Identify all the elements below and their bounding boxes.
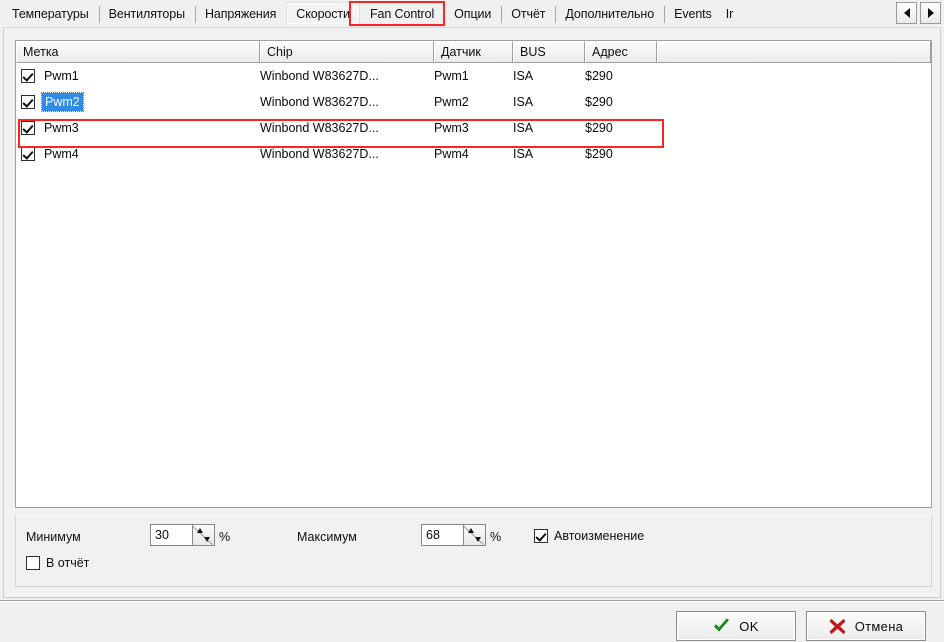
tab-label: Температуры xyxy=(12,6,89,21)
tab-bar: Температуры Вентиляторы Напряжения Скорости… xyxy=(2,1,942,28)
settings-dialog-window: Температуры Вентиляторы Напряжения Скорости… xyxy=(0,0,944,642)
report-checkbox[interactable] xyxy=(26,556,40,570)
column-header-label[interactable]: Метка xyxy=(16,41,260,63)
arrow-up-icon[interactable] xyxy=(468,528,474,533)
table-row[interactable]: Pwm2 Winbond W83627D... Pwm2 ISA $290 xyxy=(16,89,931,115)
cell-address: $290 xyxy=(585,95,613,109)
tab-4[interactable]: Fan Control xyxy=(359,2,445,25)
tab-label: Скорости xyxy=(296,6,350,21)
minimum-label: Минимум xyxy=(26,530,81,544)
column-header-bus[interactable]: BUS xyxy=(513,41,585,63)
list-header-row: Метка Chip Датчик BUS Адрес xyxy=(16,41,931,63)
cell-sensor: Pwm3 xyxy=(434,121,469,135)
cell-chip: Winbond W83627D... xyxy=(260,121,379,135)
report-label: В отчёт xyxy=(46,556,90,570)
tab-label: Ir xyxy=(725,6,734,21)
tab-8[interactable]: Events xyxy=(664,2,722,25)
column-header-address[interactable]: Адрес xyxy=(585,41,657,63)
minimum-stepper[interactable]: 30 xyxy=(150,524,215,546)
row-label-text: Pwm3 xyxy=(44,121,79,135)
cell-label[interactable]: Pwm1 xyxy=(16,63,260,89)
minimum-percent-label: % xyxy=(219,530,231,544)
triangle-right-icon xyxy=(927,8,934,18)
tab-6[interactable]: Отчёт xyxy=(501,2,556,25)
cell-address: $290 xyxy=(585,121,613,135)
tab-label: Отчёт xyxy=(511,6,546,21)
red-x-icon xyxy=(829,618,846,634)
tab-label: Events xyxy=(674,6,712,21)
dialog-footer: OK Отмена xyxy=(0,602,944,642)
arrow-up-icon[interactable] xyxy=(197,528,203,533)
cell-chip: Winbond W83627D... xyxy=(260,69,379,83)
table-row[interactable]: Pwm3 Winbond W83627D... Pwm3 ISA $290 xyxy=(16,115,931,141)
tab-label: Дополнительно xyxy=(565,6,655,21)
list-body: Pwm1 Winbond W83627D... Pwm1 ISA $290 Pwm2 Win… xyxy=(16,63,931,167)
table-row[interactable]: Pwm4 Winbond W83627D... Pwm4 ISA $290 xyxy=(16,141,931,167)
cell-chip: Winbond W83627D... xyxy=(260,95,379,109)
row-checkbox[interactable] xyxy=(21,69,35,83)
minimum-input[interactable]: 30 xyxy=(150,524,192,546)
maximum-percent-label: % xyxy=(490,530,502,544)
minimum-updown-buttons[interactable] xyxy=(192,524,215,546)
tab-0[interactable]: Температуры xyxy=(2,2,99,25)
check-mark-icon xyxy=(714,618,730,631)
row-checkbox[interactable] xyxy=(21,147,35,161)
tab-label: Опции xyxy=(454,6,492,21)
cell-label[interactable]: Pwm3 xyxy=(16,115,260,141)
arrow-down-icon[interactable] xyxy=(204,537,210,542)
tab-7[interactable]: Дополнительно xyxy=(555,2,665,25)
tab-3[interactable]: Скорости xyxy=(286,2,360,25)
cell-bus: ISA xyxy=(513,121,534,135)
maximum-input[interactable]: 68 xyxy=(421,524,463,546)
cell-label[interactable]: Pwm4 xyxy=(16,141,260,167)
cell-sensor: Pwm1 xyxy=(434,69,469,83)
cell-address: $290 xyxy=(585,147,613,161)
cell-sensor: Pwm4 xyxy=(434,147,469,161)
tab-scroll-next-button[interactable] xyxy=(920,2,941,24)
maximum-stepper[interactable]: 68 xyxy=(421,524,486,546)
maximum-updown-buttons[interactable] xyxy=(463,524,486,546)
autochange-checkbox[interactable] xyxy=(534,529,548,543)
tab-2[interactable]: Напряжения xyxy=(194,2,287,25)
tab-9[interactable]: Ir xyxy=(721,2,738,25)
maximum-label: Максимум xyxy=(297,530,357,544)
tab-label: Вентиляторы xyxy=(108,6,185,21)
column-header-sensor[interactable]: Датчик xyxy=(434,41,513,63)
cell-sensor: Pwm2 xyxy=(434,95,469,109)
cancel-button-label: Отмена xyxy=(854,618,904,634)
row-checkbox[interactable] xyxy=(21,121,35,135)
row-label-text: Pwm2 xyxy=(41,92,84,112)
cell-bus: ISA xyxy=(513,147,534,161)
ok-button-label: OK xyxy=(739,618,759,634)
report-checkbox-row[interactable]: В отчёт xyxy=(26,556,89,570)
cancel-button[interactable]: Отмена xyxy=(806,611,926,641)
cell-bus: ISA xyxy=(513,95,534,109)
table-row[interactable]: Pwm1 Winbond W83627D... Pwm1 ISA $290 xyxy=(16,63,931,89)
column-header-chip[interactable]: Chip xyxy=(260,41,434,63)
autochange-label: Автоизменение xyxy=(554,529,645,543)
arrow-down-icon[interactable] xyxy=(475,537,481,542)
tab-scroll-prev-button[interactable] xyxy=(896,2,917,24)
ok-button[interactable]: OK xyxy=(676,611,796,641)
row-checkbox[interactable] xyxy=(21,95,35,109)
triangle-left-icon xyxy=(903,8,910,18)
autochange-checkbox-row[interactable]: Автоизменение xyxy=(534,529,644,543)
tab-page-speeds: Метка Chip Датчик BUS Адрес Pwm1 Winbond W836… xyxy=(3,27,941,598)
speed-settings-panel: Минимум 30 % Максимум 68 % Автоизменение… xyxy=(15,515,932,587)
cell-chip: Winbond W83627D... xyxy=(260,147,379,161)
cell-label[interactable]: Pwm2 xyxy=(16,89,260,115)
tab-1[interactable]: Вентиляторы xyxy=(98,2,195,25)
cell-address: $290 xyxy=(585,69,613,83)
cell-bus: ISA xyxy=(513,69,534,83)
row-label-text: Pwm1 xyxy=(44,69,79,83)
tab-label: Fan Control xyxy=(369,6,435,21)
speeds-list-view[interactable]: Метка Chip Датчик BUS Адрес Pwm1 Winbond W836… xyxy=(15,40,932,508)
column-header-filler xyxy=(657,41,931,63)
row-label-text: Pwm4 xyxy=(44,147,79,161)
tab-scroll-buttons[interactable] xyxy=(896,2,941,24)
tab-label: Напряжения xyxy=(204,6,277,21)
tab-5[interactable]: Опции xyxy=(444,2,502,25)
